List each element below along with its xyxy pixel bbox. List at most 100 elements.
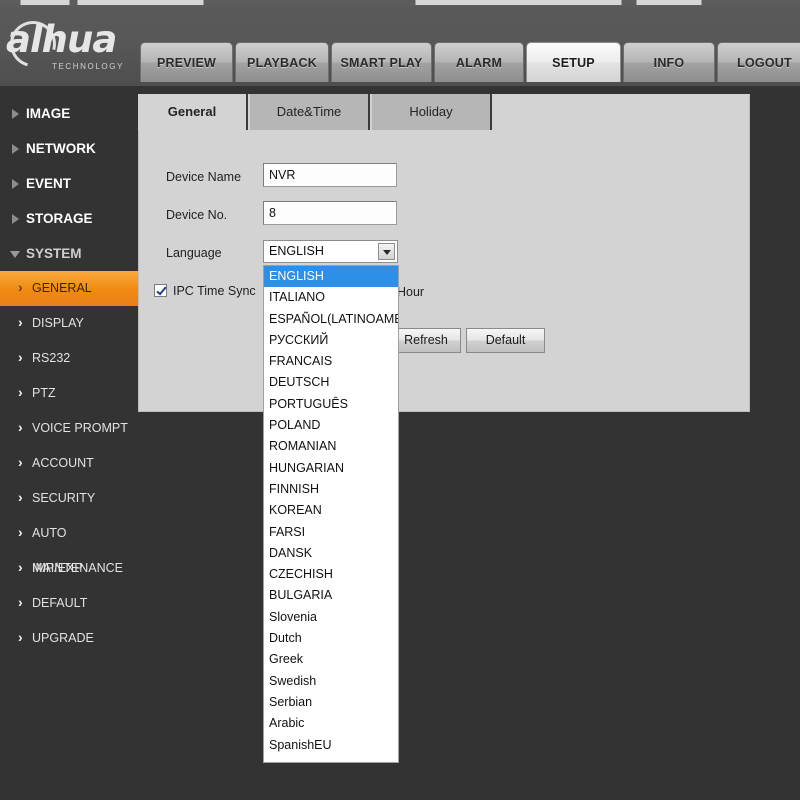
refresh-button[interactable]: Refresh	[391, 328, 461, 353]
language-option[interactable]: Slovenia	[264, 607, 398, 628]
sidebar-item-image[interactable]: IMAGE	[0, 96, 138, 131]
tab-holiday[interactable]: Holiday	[372, 94, 492, 130]
sidebar-item-label: VOICE PROMPT	[32, 421, 128, 435]
chevron-right-icon: ›	[18, 594, 23, 610]
app-header: alhua TECHNOLOGY PREVIEW PLAYBACK SMART PL…	[0, 6, 800, 86]
chevron-down-icon	[10, 251, 20, 258]
tab-general[interactable]: General	[138, 94, 248, 130]
device-no-label: Device No.	[166, 208, 228, 222]
sidebar-item-account[interactable]: › ACCOUNT	[0, 446, 138, 481]
sidebar-item-display[interactable]: › DISPLAY	[0, 306, 138, 341]
chevron-right-icon: ›	[18, 559, 23, 575]
sidebar-item-voice-prompt[interactable]: › VOICE PROMPT	[0, 411, 138, 446]
language-label: Language	[166, 246, 222, 260]
sidebar-item-network[interactable]: NETWORK	[0, 131, 138, 166]
sidebar-item-rs232[interactable]: › RS232	[0, 341, 138, 376]
chevron-right-icon: ›	[18, 489, 23, 505]
sidebar-menu: IMAGE NETWORK EVENT STORAGE SYSTEM › GENERAL › D…	[0, 86, 138, 800]
nav-tab-smart-play[interactable]: SMART PLAY	[331, 42, 432, 82]
language-option[interactable]: DANSK	[264, 543, 398, 564]
sidebar-item-label: STORAGE	[26, 211, 93, 226]
sidebar-item-label: UPGRADE	[32, 631, 94, 645]
language-option[interactable]: BULGARIA	[264, 585, 398, 606]
browser-chip-far-right	[636, 0, 702, 5]
sidebar-item-label: SYSTEM	[26, 246, 82, 261]
language-option[interactable]: FRANCAIS	[264, 351, 398, 372]
chevron-right-icon: ›	[18, 384, 23, 400]
logo-tagline: TECHNOLOGY	[52, 62, 125, 71]
device-name-input[interactable]: NVR	[263, 163, 397, 187]
nav-tab-logout[interactable]: LOGOUT	[717, 42, 800, 82]
browser-chip-right	[415, 0, 622, 5]
chevron-right-icon	[12, 109, 19, 119]
sidebar-item-label: ACCOUNT	[32, 456, 94, 470]
language-option[interactable]: SpanishEU	[264, 735, 398, 756]
device-name-label: Device Name	[166, 170, 242, 184]
language-select-value: ENGLISH	[269, 244, 324, 258]
sidebar-item-default[interactable]: › DEFAULT	[0, 586, 138, 621]
nav-tab-alarm[interactable]: ALARM	[434, 42, 524, 82]
sidebar-item-auto-maintenance[interactable]: › AUTO MAINTENANCE	[0, 516, 138, 575]
sidebar-item-ptz[interactable]: › PTZ	[0, 376, 138, 411]
sidebar-item-event[interactable]: EVENT	[0, 166, 138, 201]
language-option[interactable]: DEUTSCH	[264, 372, 398, 393]
sidebar-item-upgrade[interactable]: › UPGRADE	[0, 621, 138, 656]
chevron-down-icon[interactable]	[378, 243, 395, 260]
ipc-time-sync-label: IPC Time Sync	[173, 284, 256, 298]
language-option[interactable]: HUNGARIAN	[264, 458, 398, 479]
language-option[interactable]: ITALIANO	[264, 287, 398, 308]
language-option[interactable]: FINNISH	[264, 479, 398, 500]
chevron-right-icon: ›	[18, 454, 23, 470]
browser-chip-left	[20, 0, 70, 5]
tab-date-time[interactable]: Date&Time	[250, 94, 370, 130]
nav-tab-setup[interactable]: SETUP	[526, 42, 621, 82]
content-tabbar: General Date&Time Holiday	[138, 94, 750, 130]
sidebar-item-imp-exp[interactable]: › IMP/EXP	[0, 551, 138, 586]
sidebar-item-general[interactable]: › GENERAL	[0, 271, 138, 306]
logo-wordmark: alhua	[6, 18, 117, 61]
chevron-right-icon: ›	[18, 349, 23, 365]
sidebar-item-label: DISPLAY	[32, 316, 84, 330]
language-dropdown-list[interactable]: ENGLISHITALIANOESPAÑOL(LATINOAMÉRICРУССК…	[263, 265, 399, 763]
sidebar-item-label: PTZ	[32, 386, 56, 400]
language-option[interactable]: ESPAÑOL(LATINOAMÉRIC	[264, 309, 398, 330]
language-option[interactable]: ENGLISH	[264, 266, 398, 288]
language-option[interactable]: PORTUGUÊS	[264, 394, 398, 415]
nav-tab-playback[interactable]: PLAYBACK	[235, 42, 329, 82]
chevron-right-icon: ›	[18, 314, 23, 330]
sidebar-item-label: RS232	[32, 351, 71, 365]
sidebar-item-label: NETWORK	[26, 141, 96, 156]
language-option[interactable]: Dutch	[264, 628, 398, 649]
sidebar-item-storage[interactable]: STORAGE	[0, 201, 138, 236]
chevron-right-icon	[12, 144, 19, 154]
language-option[interactable]: FARSI	[264, 522, 398, 543]
sidebar-item-label: EVENT	[26, 176, 72, 191]
language-option[interactable]: KOREAN	[264, 500, 398, 521]
language-option[interactable]: POLAND	[264, 415, 398, 436]
chevron-right-icon: ›	[18, 629, 23, 645]
sidebar-item-label: DEFAULT	[32, 596, 88, 610]
language-option[interactable]: ROMANIAN	[264, 436, 398, 457]
chevron-right-icon	[12, 179, 19, 189]
language-select[interactable]: ENGLISH	[263, 240, 398, 263]
nav-tab-info[interactable]: INFO	[623, 42, 715, 82]
language-option[interactable]: Serbian	[264, 692, 398, 713]
language-option[interactable]: Swedish	[264, 671, 398, 692]
language-option[interactable]: РУССКИЙ	[264, 330, 398, 351]
chevron-right-icon: ›	[18, 279, 23, 295]
sidebar-item-system[interactable]: SYSTEM	[0, 236, 138, 271]
sidebar-item-security[interactable]: › SECURITY	[0, 481, 138, 516]
checkmark-icon[interactable]	[154, 284, 167, 297]
sidebar-item-label: GENERAL	[32, 281, 92, 295]
chevron-right-icon: ›	[18, 419, 23, 435]
sidebar-item-label: IMP/EXP	[32, 561, 83, 575]
ipc-time-sync-unit: Hour	[397, 285, 425, 299]
language-option[interactable]: CZECHISH	[264, 564, 398, 585]
nav-tab-preview[interactable]: PREVIEW	[140, 42, 233, 82]
default-button[interactable]: Default	[466, 328, 545, 353]
sidebar-item-label: SECURITY	[32, 491, 96, 505]
language-option[interactable]: Greek	[264, 649, 398, 670]
browser-chip-mid	[77, 0, 204, 5]
language-option[interactable]: Arabic	[264, 713, 398, 734]
device-no-input[interactable]: 8	[263, 201, 397, 225]
